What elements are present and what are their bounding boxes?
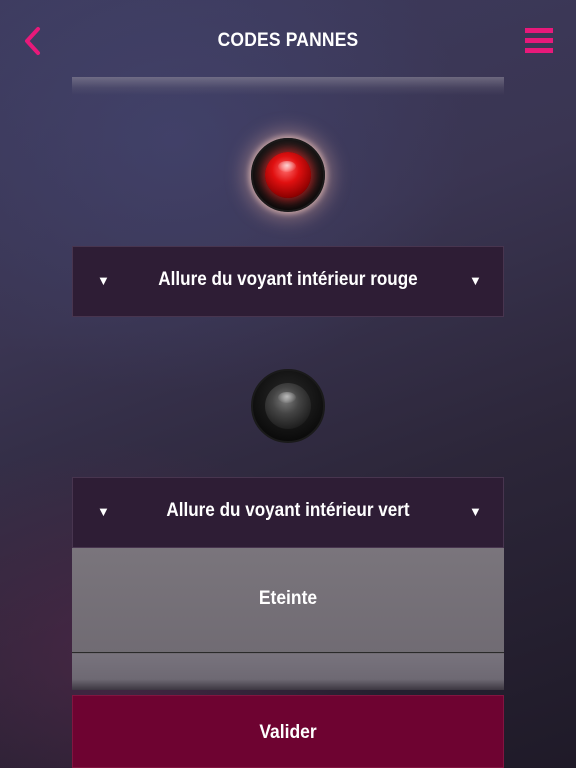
picker-option-eteinte[interactable]: Eteinte	[72, 548, 504, 653]
green-led-highlight	[278, 392, 296, 403]
pattern-picker[interactable]: Eteinte	[72, 548, 504, 690]
validate-button[interactable]: Valider	[72, 695, 504, 768]
picker-option-next[interactable]	[72, 654, 504, 690]
triangle-down-icon: ▼	[97, 504, 110, 519]
green-led-lens	[265, 383, 311, 429]
validate-button-label: Valider	[259, 722, 317, 743]
header-bar: CODES PANNES	[0, 0, 576, 80]
page-title: CODES PANNES	[217, 30, 359, 51]
green-led-pattern-label: Allure du voyant intérieur vert	[166, 500, 410, 521]
hamburger-menu-icon	[525, 28, 553, 53]
green-indicator-led	[251, 369, 325, 443]
previous-panel-edge	[72, 77, 504, 95]
menu-button[interactable]	[524, 26, 554, 56]
triangle-down-icon: ▼	[97, 273, 110, 288]
triangle-down-icon: ▼	[469, 273, 482, 288]
picker-option-label: Eteinte	[258, 588, 318, 609]
triangle-down-icon: ▼	[469, 504, 482, 519]
red-indicator-led	[251, 138, 325, 212]
red-led-pattern-label: Allure du voyant intérieur rouge	[158, 269, 418, 290]
red-led-lens	[265, 152, 311, 198]
red-led-highlight	[278, 161, 296, 172]
red-led-pattern-dropdown[interactable]: ▼ Allure du voyant intérieur rouge ▼	[72, 246, 504, 317]
green-led-pattern-dropdown[interactable]: ▼ Allure du voyant intérieur vert ▼	[72, 477, 504, 548]
